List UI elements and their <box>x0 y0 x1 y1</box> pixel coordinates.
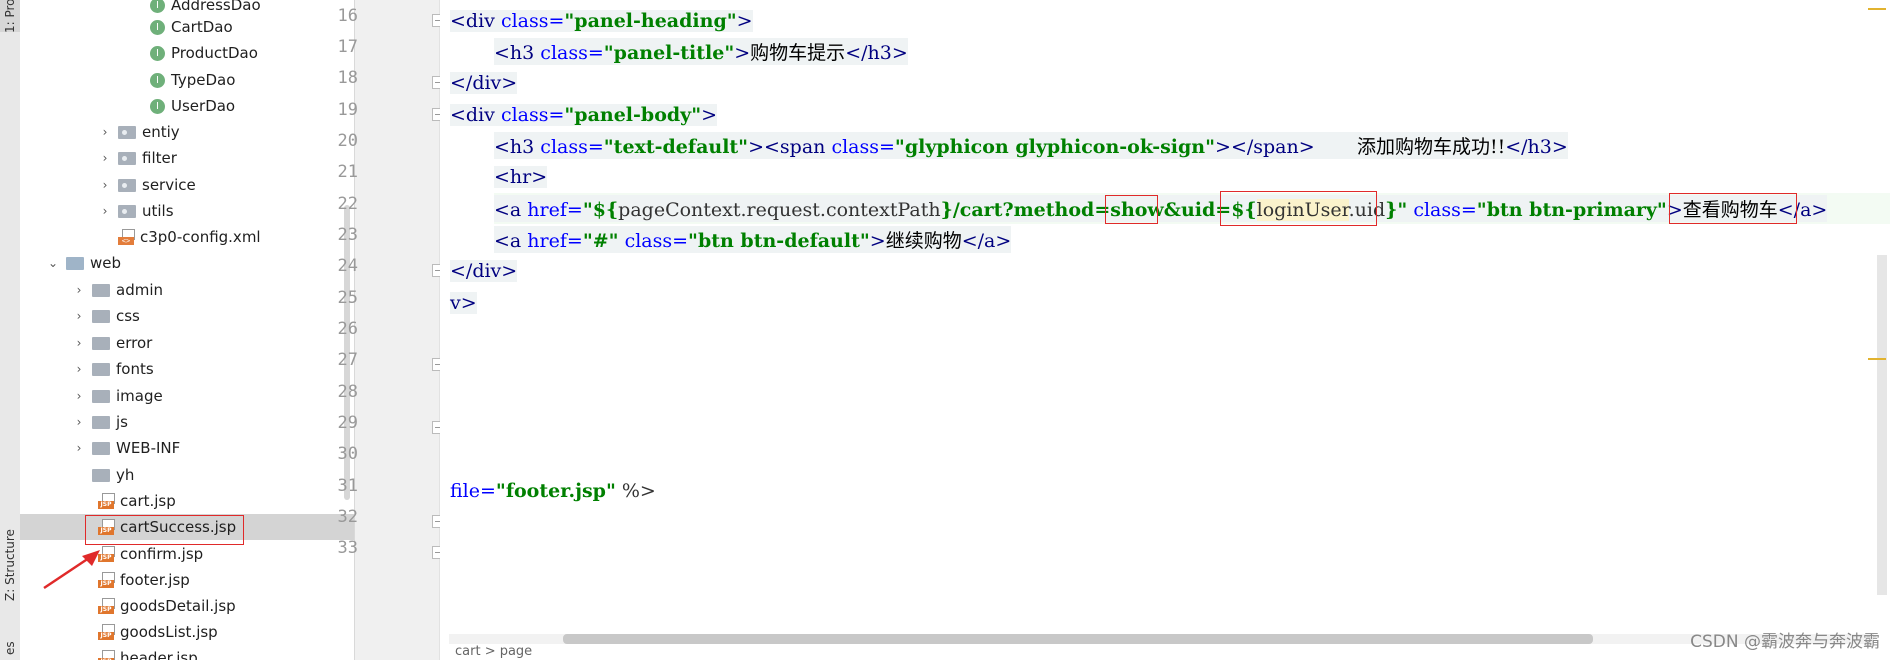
tree-item-header-jsp[interactable]: JSP header.jsp <box>20 645 354 660</box>
code-editor[interactable]: <div class="panel-heading"> <h3 class="p… <box>440 0 1890 660</box>
tree-item-label: header.jsp <box>120 649 198 660</box>
code-line-19: <div class="panel-body"> <box>450 103 718 126</box>
line-number: 30 <box>337 444 358 464</box>
line-number: 20 <box>337 131 358 151</box>
line-number: 26 <box>337 319 358 339</box>
line-number: 18 <box>337 68 358 88</box>
annotation-box-loginuser-uid <box>1220 191 1377 226</box>
code-line-17: <h3 class="panel-title">购物车提示</h3> <box>494 36 908 67</box>
code-line-20: <h3 class="text-default"><span class="gl… <box>494 130 1568 161</box>
line-number: 23 <box>337 225 358 245</box>
code-line-25: v> <box>450 291 477 314</box>
error-stripe-marker[interactable] <box>1868 8 1886 10</box>
annotation-box-view-cart <box>1669 193 1797 224</box>
tree-item-goodsdetail-jsp[interactable]: JSP goodsDetail.jsp <box>20 593 354 619</box>
code-line-24: </div> <box>450 259 518 282</box>
watermark: CSDN @霸波奔与奔波霸 <box>1690 632 1880 652</box>
jsp-file-icon: JSP <box>98 598 115 614</box>
line-number: 21 <box>337 162 358 182</box>
line-number: 33 <box>337 538 358 558</box>
code-line-21: <hr> <box>494 165 548 188</box>
error-stripe-marker[interactable] <box>1868 358 1886 360</box>
line-number: 29 <box>337 413 358 433</box>
annotation-box-method-show <box>1105 195 1158 224</box>
horizontal-scrollbar[interactable] <box>449 634 1874 644</box>
editor-gutter <box>355 0 440 660</box>
code-line-23: <a href="#" class="btn btn-default">继续购物… <box>494 224 1012 255</box>
line-number: 24 <box>337 256 358 276</box>
jsp-file-icon: JSP <box>98 624 115 640</box>
bottom-tool-tab[interactable]: es <box>0 636 20 660</box>
editor-breadcrumb[interactable]: cart > page <box>449 644 1880 660</box>
code-line-18: </div> <box>450 71 518 94</box>
line-number: 27 <box>337 350 358 370</box>
tree-item-label: goodsDetail.jsp <box>120 597 236 615</box>
tree-item-goodslist-jsp[interactable]: JSP goodsList.jsp <box>20 619 354 645</box>
line-number: 19 <box>337 100 358 120</box>
bottom-tab-label: es <box>3 641 17 655</box>
jsp-file-icon: JSP <box>98 650 115 660</box>
line-number: 17 <box>337 37 358 57</box>
tree-item-label: goodsList.jsp <box>120 623 218 641</box>
line-number: 31 <box>337 476 358 496</box>
vertical-scrollbar[interactable] <box>1877 255 1887 595</box>
code-line-31: file= "footer.jsp" %> <box>450 479 656 502</box>
line-number: 28 <box>337 382 358 402</box>
line-number: 16 <box>337 6 358 26</box>
code-line-16: <div class="panel-heading"> <box>450 9 753 32</box>
line-number: 25 <box>337 288 358 308</box>
line-number: 32 <box>337 507 358 527</box>
line-number: 22 <box>337 194 358 214</box>
horizontal-scroll-thumb[interactable] <box>563 634 1593 644</box>
structure-tool-tab[interactable]: Z: Structure <box>0 518 20 612</box>
tree-item-label: footer.jsp <box>120 571 190 589</box>
breadcrumb-text: cart > page <box>455 644 533 659</box>
